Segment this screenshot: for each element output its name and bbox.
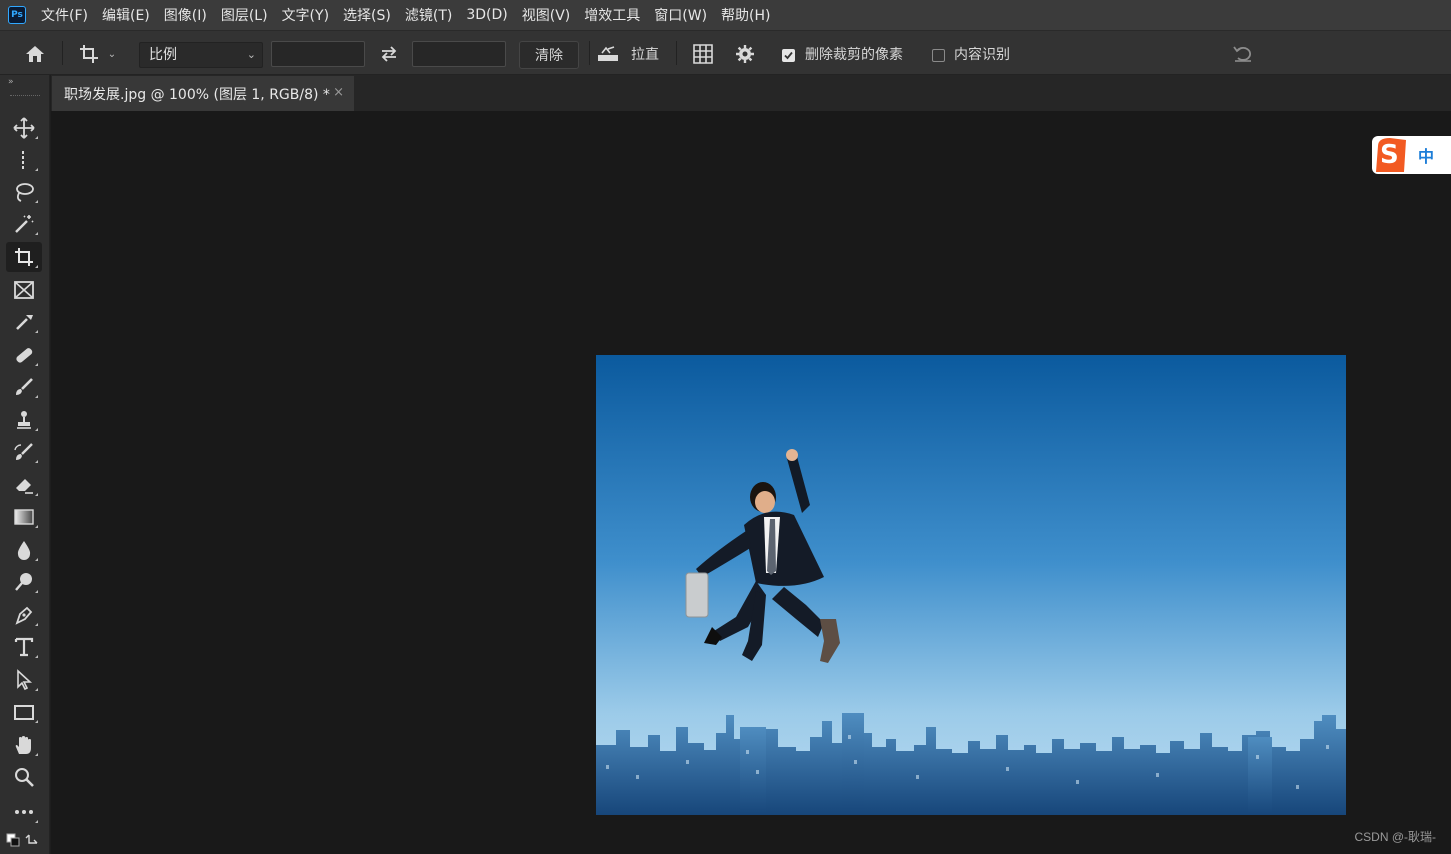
ratio-select[interactable]: 比例 ⌄ xyxy=(139,42,263,68)
menu-view[interactable]: 视图(V) xyxy=(515,0,578,31)
collapse-panel-icon[interactable]: » xyxy=(8,77,14,87)
document-tab[interactable]: 职场发展.jpg @ 100% (图层 1, RGB/8) * × xyxy=(52,76,354,111)
hand-tool-icon[interactable] xyxy=(6,730,42,760)
swap-icon[interactable] xyxy=(376,41,402,67)
menu-plugins[interactable]: 增效工具 xyxy=(577,0,647,31)
straighten-label[interactable]: 拉直 xyxy=(631,44,659,64)
eyedropper-tool-icon[interactable] xyxy=(6,307,42,337)
height-input[interactable] xyxy=(412,41,506,67)
chevron-down-icon: ⌄ xyxy=(107,48,117,60)
dodge-tool-icon[interactable] xyxy=(6,567,42,597)
clone-stamp-tool-icon[interactable] xyxy=(6,405,42,435)
options-bar: ⌄ 比例 ⌄ 清除 拉直 删除裁剪的像素 内容识别 xyxy=(0,31,1451,75)
eraser-tool-icon[interactable] xyxy=(6,470,42,500)
menu-edit[interactable]: 编辑(E) xyxy=(95,0,157,31)
frame-tool-icon[interactable] xyxy=(6,275,42,305)
document-tab-bar: 职场发展.jpg @ 100% (图层 1, RGB/8) * × xyxy=(51,75,1451,111)
checkbox-checked-icon xyxy=(782,48,795,62)
more-tools-icon[interactable] xyxy=(6,797,42,827)
straighten-icon[interactable] xyxy=(594,41,622,67)
gear-icon[interactable] xyxy=(732,41,758,67)
panel-grip[interactable] xyxy=(10,95,40,97)
gradient-tool-icon[interactable] xyxy=(6,502,42,532)
menu-image[interactable]: 图像(I) xyxy=(157,0,214,31)
blur-tool-icon[interactable] xyxy=(6,535,42,565)
close-icon[interactable]: × xyxy=(333,85,344,100)
reset-icon[interactable] xyxy=(1229,41,1257,67)
width-input[interactable] xyxy=(271,41,365,67)
delete-cropped-label: 删除裁剪的像素 xyxy=(805,47,903,63)
crop-icon xyxy=(79,45,98,63)
zoom-tool-icon[interactable] xyxy=(6,762,42,792)
home-icon[interactable] xyxy=(20,41,50,67)
menu-file[interactable]: 文件(F) xyxy=(34,0,95,31)
document-tab-title: 职场发展.jpg @ 100% (图层 1, RGB/8) * xyxy=(64,86,330,103)
pen-tool-icon[interactable] xyxy=(6,600,42,630)
ime-toolbar[interactable]: S 中 xyxy=(1372,136,1451,174)
magic-wand-tool-icon[interactable] xyxy=(6,209,42,239)
grid-overlay-icon[interactable] xyxy=(690,41,716,67)
path-selection-tool-icon[interactable] xyxy=(6,665,42,695)
ratio-select-value: 比例 xyxy=(149,47,177,63)
crop-preset-picker[interactable]: ⌄ xyxy=(72,41,122,67)
menu-help[interactable]: 帮助(H) xyxy=(714,0,777,31)
crop-tool-icon[interactable] xyxy=(6,242,42,272)
menu-window[interactable]: 窗口(W) xyxy=(647,0,714,31)
menu-filter[interactable]: 滤镜(T) xyxy=(398,0,459,31)
menu-type[interactable]: 文字(Y) xyxy=(275,0,336,31)
clear-button[interactable]: 清除 xyxy=(519,41,579,69)
checkbox-empty-icon xyxy=(932,48,945,62)
default-colors-icon xyxy=(6,833,38,847)
sogou-logo-icon: S xyxy=(1372,136,1410,174)
move-tool-icon[interactable] xyxy=(6,113,42,143)
ime-mode-label[interactable]: 中 xyxy=(1418,143,1434,167)
content-aware-checkbox[interactable] xyxy=(932,47,945,63)
chevron-down-icon: ⌄ xyxy=(246,48,256,61)
menu-3d[interactable]: 3D(D) xyxy=(459,0,514,31)
delete-cropped-checkbox[interactable] xyxy=(782,47,795,63)
type-tool-icon[interactable] xyxy=(6,632,42,662)
menu-layer[interactable]: 图层(L) xyxy=(214,0,275,31)
brush-tool-icon[interactable] xyxy=(6,372,42,402)
color-swatches[interactable] xyxy=(6,831,42,849)
watermark: CSDN @-耿瑞- xyxy=(1354,830,1436,844)
lasso-tool-icon[interactable] xyxy=(6,177,42,207)
history-brush-tool-icon[interactable] xyxy=(6,437,42,467)
ime-brand-letter: S xyxy=(1380,140,1399,170)
rectangle-tool-icon[interactable] xyxy=(6,697,42,727)
healing-brush-tool-icon[interactable] xyxy=(6,340,42,370)
menu-select[interactable]: 选择(S) xyxy=(336,0,398,31)
content-aware-label: 内容识别 xyxy=(954,47,1010,63)
photo-canvas xyxy=(596,355,1346,815)
menu-bar: Ps 文件(F) 编辑(E) 图像(I) 图层(L) 文字(Y) 选择(S) 滤… xyxy=(0,0,1451,31)
photoshop-logo: Ps xyxy=(8,6,26,24)
marquee-tool-icon[interactable] xyxy=(6,145,42,175)
document-image[interactable] xyxy=(596,355,1346,815)
tools-panel: » xyxy=(0,75,50,854)
